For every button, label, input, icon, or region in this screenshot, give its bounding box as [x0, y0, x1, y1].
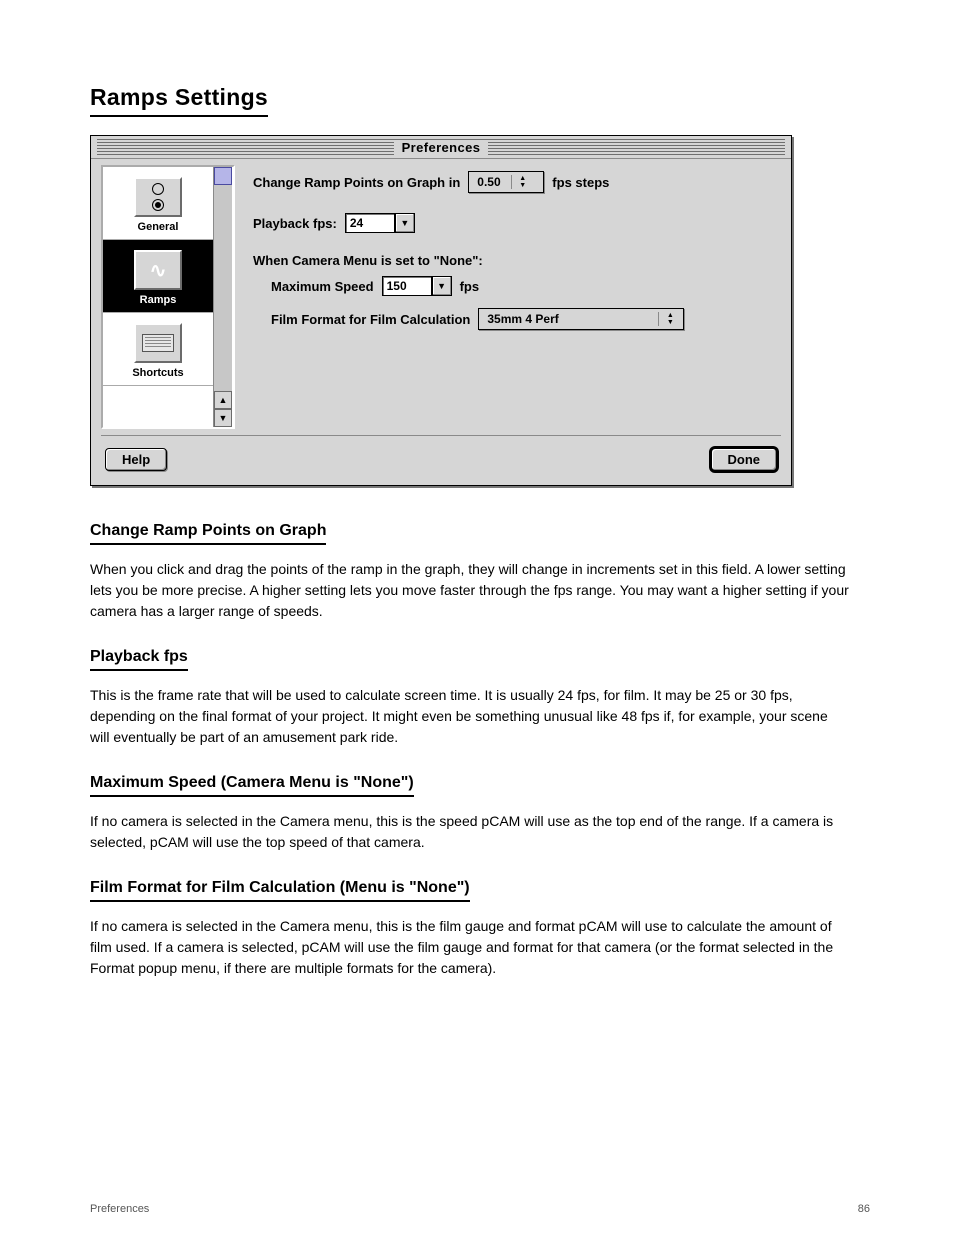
scrollbar-down-icon[interactable]: ▼ [214, 409, 232, 427]
scrollbar-track[interactable] [214, 185, 232, 391]
ramp-curve-icon: ∿ [134, 250, 182, 290]
radio-buttons-icon [134, 177, 182, 217]
dialog-title: Preferences [394, 140, 489, 155]
text-change-ramp-points: When you click and drag the points of th… [90, 559, 850, 622]
sidebar-item-general[interactable]: General [103, 167, 213, 240]
dialog-button-row: Help Done [91, 436, 791, 485]
playback-fps-field[interactable]: 24 [345, 213, 395, 233]
preferences-content: Change Ramp Points on Graph in 0.50 ▲▼ f… [235, 165, 781, 429]
label-change-ramp: Change Ramp Points on Graph in [253, 175, 460, 190]
change-ramp-value: 0.50 [477, 175, 500, 189]
max-speed-dropdown[interactable]: ▼ [432, 276, 452, 296]
label-fps-steps: fps steps [552, 175, 609, 190]
text-maximum-speed: If no camera is selected in the Camera m… [90, 811, 850, 853]
footer-section-name: Preferences [90, 1203, 149, 1215]
text-playback-fps: This is the frame rate that will be used… [90, 685, 850, 748]
text-film-format: If no camera is selected in the Camera m… [90, 916, 850, 979]
stepper-arrows-icon: ▲▼ [511, 175, 530, 189]
heading-maximum-speed: Maximum Speed (Camera Menu is "None") [90, 774, 414, 797]
dialog-titlebar[interactable]: Preferences [91, 136, 791, 159]
sidebar-item-ramps[interactable]: ∿ Ramps [103, 240, 213, 313]
label-max-speed: Maximum Speed [271, 279, 374, 294]
keyboard-icon [134, 323, 182, 363]
film-format-value: 35mm 4 Perf [487, 312, 558, 326]
scrollbar-thumb[interactable] [214, 167, 232, 185]
change-ramp-stepper[interactable]: 0.50 ▲▼ [468, 171, 544, 193]
preferences-dialog: Preferences General [90, 135, 792, 486]
heading-playback-fps: Playback fps [90, 648, 188, 671]
heading-ramps-settings: Ramps Settings [90, 84, 268, 117]
sidebar-item-label: Shortcuts [107, 367, 209, 379]
row-film-format: Film Format for Film Calculation 35mm 4 … [271, 308, 775, 330]
row-camera-none-heading: When Camera Menu is set to "None": [253, 253, 775, 268]
playback-fps-dropdown[interactable]: ▼ [395, 213, 415, 233]
row-change-ramp: Change Ramp Points on Graph in 0.50 ▲▼ f… [253, 171, 775, 193]
footer-page-number: 86 [858, 1203, 870, 1215]
max-speed-field[interactable]: 150 [382, 276, 432, 296]
row-playback-fps: Playback fps: 24 ▼ [253, 213, 775, 233]
label-film-format: Film Format for Film Calculation [271, 312, 470, 327]
page-footer: Preferences 86 [90, 1203, 870, 1215]
heading-change-ramp-points: Change Ramp Points on Graph [90, 522, 326, 545]
sidebar-item-label: Ramps [107, 294, 209, 306]
film-format-popup[interactable]: 35mm 4 Perf ▲▼ [478, 308, 684, 330]
label-playback-fps: Playback fps: [253, 216, 337, 231]
preferences-category-list: General ∿ Ramps Shortcuts [101, 165, 235, 429]
sidebar-item-label: General [107, 221, 209, 233]
label-max-speed-unit: fps [460, 279, 480, 294]
done-button[interactable]: Done [711, 448, 778, 471]
popup-arrows-icon: ▲▼ [658, 312, 677, 326]
help-button[interactable]: Help [105, 448, 167, 471]
heading-film-format: Film Format for Film Calculation (Menu i… [90, 879, 470, 902]
row-max-speed: Maximum Speed 150 ▼ fps [271, 276, 775, 296]
scrollbar-up-icon[interactable]: ▲ [214, 391, 232, 409]
sidebar-item-shortcuts[interactable]: Shortcuts [103, 313, 213, 386]
sidebar-scrollbar[interactable]: ▲ ▼ [213, 167, 232, 427]
label-camera-none-heading: When Camera Menu is set to "None": [253, 253, 483, 268]
